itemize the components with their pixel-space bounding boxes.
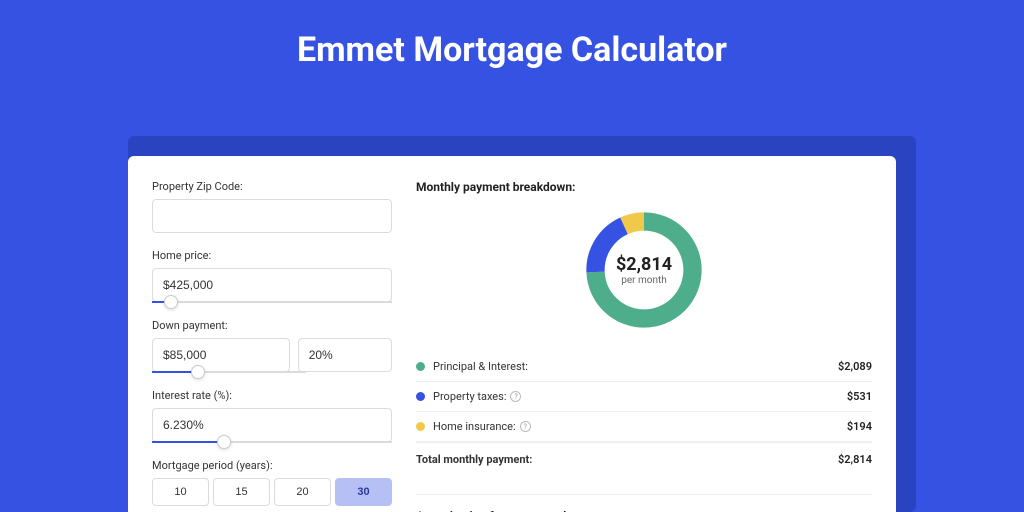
legend-value: $194 <box>847 420 872 433</box>
home-price-input[interactable] <box>152 268 392 302</box>
breakdown-column: Monthly payment breakdown: $2,814 per mo… <box>416 180 872 512</box>
legend-label: Property taxes: ? <box>433 390 847 403</box>
zip-input[interactable] <box>152 199 392 233</box>
breakdown-title: Monthly payment breakdown: <box>416 180 872 194</box>
period-option-15[interactable]: 15 <box>213 478 270 506</box>
down-payment-input[interactable] <box>152 338 290 372</box>
legend-value: $531 <box>847 390 872 403</box>
zip-label: Property Zip Code: <box>152 180 392 193</box>
total-value: $2,814 <box>838 453 872 466</box>
donut-chart-wrap: $2,814 per month <box>416 206 872 334</box>
home-price-slider[interactable] <box>152 301 392 303</box>
slider-thumb-icon[interactable] <box>191 365 205 379</box>
help-icon[interactable]: ? <box>520 421 531 432</box>
dot-icon <box>416 422 425 431</box>
legend-value: $2,089 <box>838 360 872 373</box>
down-payment-slider[interactable] <box>152 371 306 373</box>
total-row: Total monthly payment: $2,814 <box>416 442 872 476</box>
period-field: Mortgage period (years): 10 15 20 30 <box>152 459 392 506</box>
legend-label: Home insurance: ? <box>433 420 847 433</box>
form-column: Property Zip Code: Home price: Down paym… <box>152 180 392 512</box>
down-payment-field: Down payment: <box>152 319 392 373</box>
interest-field: Interest rate (%): <box>152 389 392 443</box>
dot-icon <box>416 362 425 371</box>
help-icon[interactable]: ? <box>510 391 521 402</box>
amortization-section: Amortization for mortgage loan Amortizat… <box>416 494 872 512</box>
donut-center: $2,814 per month <box>580 206 708 334</box>
home-price-field: Home price: <box>152 249 392 303</box>
period-option-30[interactable]: 30 <box>335 478 392 506</box>
down-payment-label: Down payment: <box>152 319 392 332</box>
interest-input[interactable] <box>152 408 392 442</box>
calculator-card: Property Zip Code: Home price: Down paym… <box>128 156 896 512</box>
period-option-10[interactable]: 10 <box>152 478 209 506</box>
interest-slider[interactable] <box>152 441 392 443</box>
period-option-20[interactable]: 20 <box>274 478 331 506</box>
period-label: Mortgage period (years): <box>152 459 392 472</box>
donut-amount: $2,814 <box>616 254 672 275</box>
legend-row-taxes: Property taxes: ? $531 <box>416 382 872 412</box>
legend-row-insurance: Home insurance: ? $194 <box>416 412 872 442</box>
donut-sub: per month <box>621 275 667 286</box>
dot-icon <box>416 392 425 401</box>
slider-thumb-icon[interactable] <box>217 435 231 449</box>
period-button-group: 10 15 20 30 <box>152 478 392 506</box>
down-payment-pct-input[interactable] <box>298 338 392 372</box>
total-label: Total monthly payment: <box>416 453 838 466</box>
zip-field: Property Zip Code: <box>152 180 392 233</box>
page-title: Emmet Mortgage Calculator <box>0 0 1024 88</box>
home-price-label: Home price: <box>152 249 392 262</box>
legend-row-principal: Principal & Interest: $2,089 <box>416 352 872 382</box>
interest-label: Interest rate (%): <box>152 389 392 402</box>
slider-thumb-icon[interactable] <box>164 295 178 309</box>
legend-label: Principal & Interest: <box>433 360 838 373</box>
donut-chart: $2,814 per month <box>580 206 708 334</box>
